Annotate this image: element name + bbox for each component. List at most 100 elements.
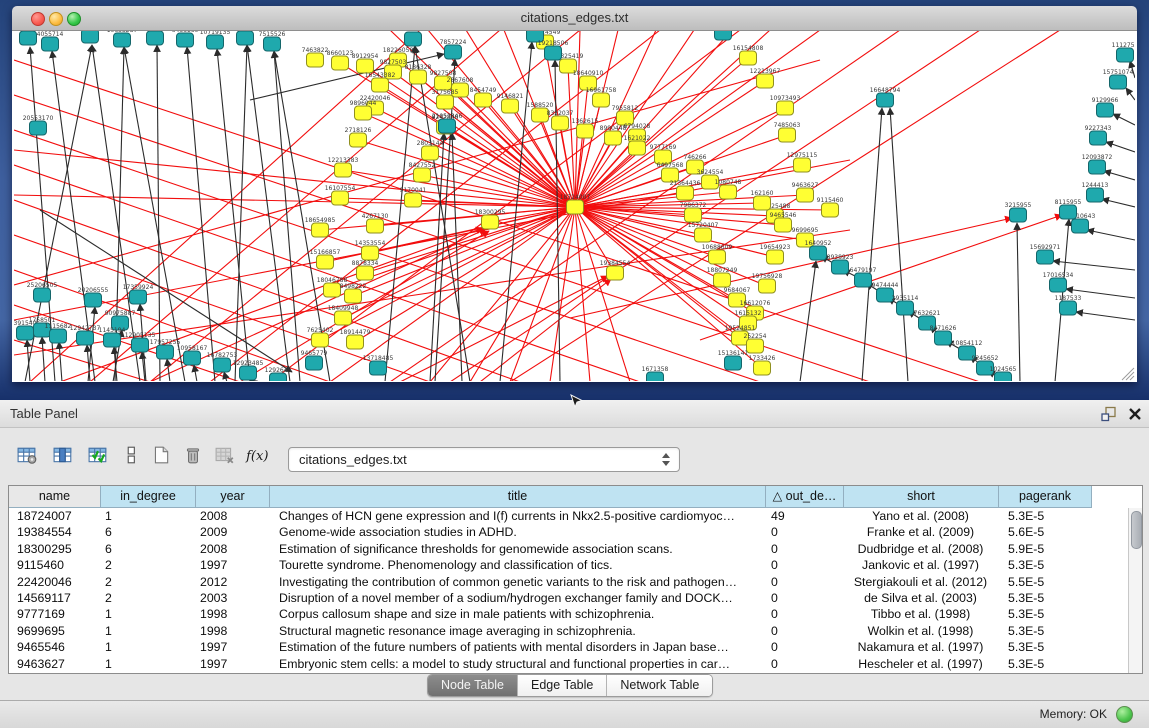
- graph-node[interactable]: [677, 186, 694, 200]
- graph-node[interactable]: [919, 316, 936, 330]
- network-window-titlebar[interactable]: citations_edges.txt: [12, 6, 1137, 31]
- graph-node[interactable]: [1090, 131, 1107, 145]
- column-header-out_de[interactable]: △ out_de…: [766, 486, 844, 508]
- select-all-columns-icon[interactable]: [85, 442, 111, 468]
- table-row[interactable]: 2242004622012Investigating the contribut…: [9, 574, 1117, 590]
- column-header-year[interactable]: year: [196, 486, 270, 508]
- graph-node[interactable]: [647, 372, 664, 386]
- graph-node[interactable]: [685, 208, 702, 222]
- graph-node[interactable]: [779, 128, 796, 142]
- graph-node[interactable]: [1097, 103, 1114, 117]
- graph-node[interactable]: [797, 233, 814, 247]
- table-options-icon[interactable]: [14, 442, 40, 468]
- graph-node[interactable]: [877, 93, 894, 107]
- graph-node[interactable]: [1110, 75, 1127, 89]
- table-row[interactable]: 1872400712008Changes of HCN gene express…: [9, 508, 1117, 524]
- graph-node[interactable]: [332, 191, 349, 205]
- graph-node[interactable]: [147, 31, 164, 45]
- graph-node[interactable]: [1037, 250, 1054, 264]
- graph-node[interactable]: [977, 361, 994, 375]
- graph-node[interactable]: [1087, 188, 1104, 202]
- graph-node[interactable]: [307, 53, 324, 67]
- graph-node[interactable]: [567, 200, 584, 214]
- graph-node[interactable]: [270, 373, 287, 387]
- graph-node[interactable]: [810, 246, 827, 260]
- graph-node[interactable]: [237, 31, 254, 45]
- graph-node[interactable]: [714, 273, 731, 287]
- column-header-short[interactable]: short: [844, 486, 999, 508]
- column-header-pagerank[interactable]: pagerank: [999, 486, 1092, 508]
- graph-node[interactable]: [414, 168, 431, 182]
- graph-node[interactable]: [475, 93, 492, 107]
- graph-node[interactable]: [720, 185, 737, 199]
- graph-node[interactable]: [754, 361, 771, 375]
- graph-node[interactable]: [767, 250, 784, 264]
- table-row[interactable]: 1938455462009Genome-wide association stu…: [9, 524, 1117, 540]
- graph-node[interactable]: [482, 215, 499, 229]
- graph-node[interactable]: [935, 331, 952, 345]
- table-row[interactable]: 946554611997Estimation of the future num…: [9, 639, 1117, 655]
- graph-node[interactable]: [1050, 278, 1067, 292]
- graph-node[interactable]: [747, 339, 764, 353]
- column-header-title[interactable]: title: [270, 486, 766, 508]
- table-row[interactable]: 911546021997Tourette syndrome. Phenomeno…: [9, 557, 1117, 573]
- table-row[interactable]: 969969511998Structural magnetic resonanc…: [9, 623, 1117, 639]
- graph-node[interactable]: [112, 316, 129, 330]
- memory-status-indicator[interactable]: [1116, 706, 1133, 723]
- graph-node[interactable]: [1010, 208, 1027, 222]
- graph-node[interactable]: [877, 288, 894, 302]
- graph-node[interactable]: [740, 51, 757, 65]
- graph-node[interactable]: [1060, 205, 1077, 219]
- graph-node[interactable]: [130, 290, 147, 304]
- graph-node[interactable]: [759, 279, 776, 293]
- graph-node[interactable]: [357, 59, 374, 73]
- close-panel-icon[interactable]: [1126, 405, 1144, 423]
- table-row[interactable]: 1456911722003Disruption of a novel membe…: [9, 590, 1117, 606]
- graph-node[interactable]: [532, 108, 549, 122]
- graph-node[interactable]: [740, 316, 757, 330]
- graph-node[interactable]: [577, 124, 594, 138]
- graph-node[interactable]: [30, 121, 47, 135]
- graph-node[interactable]: [240, 366, 257, 380]
- graph-node[interactable]: [324, 283, 341, 297]
- graph-node[interactable]: [385, 65, 402, 79]
- create-column-icon[interactable]: [148, 442, 174, 468]
- graph-node[interactable]: [655, 150, 672, 164]
- delete-column-icon[interactable]: [180, 442, 206, 468]
- column-visibility-icon[interactable]: [50, 442, 76, 468]
- graph-node[interactable]: [617, 111, 634, 125]
- graph-node[interactable]: [832, 260, 849, 274]
- graph-node[interactable]: [580, 76, 597, 90]
- graph-node[interactable]: [312, 223, 329, 237]
- graph-node[interactable]: [177, 33, 194, 47]
- graph-node[interactable]: [687, 160, 704, 174]
- graph-node[interactable]: [732, 331, 749, 345]
- graph-node[interactable]: [104, 333, 121, 347]
- graph-node[interactable]: [435, 76, 452, 90]
- graph-node[interactable]: [439, 119, 456, 133]
- function-builder-icon[interactable]: f(x): [244, 442, 270, 468]
- column-header-name[interactable]: name: [9, 486, 101, 508]
- graph-node[interactable]: [794, 158, 811, 172]
- graph-node[interactable]: [607, 266, 624, 280]
- graph-node[interactable]: [357, 266, 374, 280]
- graph-node[interactable]: [452, 83, 469, 97]
- graph-node[interactable]: [214, 358, 231, 372]
- tab-edge-table[interactable]: Edge Table: [518, 675, 607, 696]
- graph-node[interactable]: [317, 255, 334, 269]
- graph-node[interactable]: [775, 218, 792, 232]
- graph-node[interactable]: [50, 329, 67, 343]
- graph-node[interactable]: [754, 196, 771, 210]
- graph-node[interactable]: [777, 101, 794, 115]
- graph-node[interactable]: [797, 188, 814, 202]
- graph-node[interactable]: [85, 293, 102, 307]
- graph-node[interactable]: [132, 338, 149, 352]
- graph-node[interactable]: [362, 246, 379, 260]
- graph-node[interactable]: [702, 175, 719, 189]
- graph-node[interactable]: [502, 99, 519, 113]
- graph-node[interactable]: [355, 106, 372, 120]
- graph-node[interactable]: [207, 35, 224, 49]
- graph-node[interactable]: [335, 163, 352, 177]
- graph-node[interactable]: [552, 116, 569, 130]
- graph-node[interactable]: [822, 203, 839, 217]
